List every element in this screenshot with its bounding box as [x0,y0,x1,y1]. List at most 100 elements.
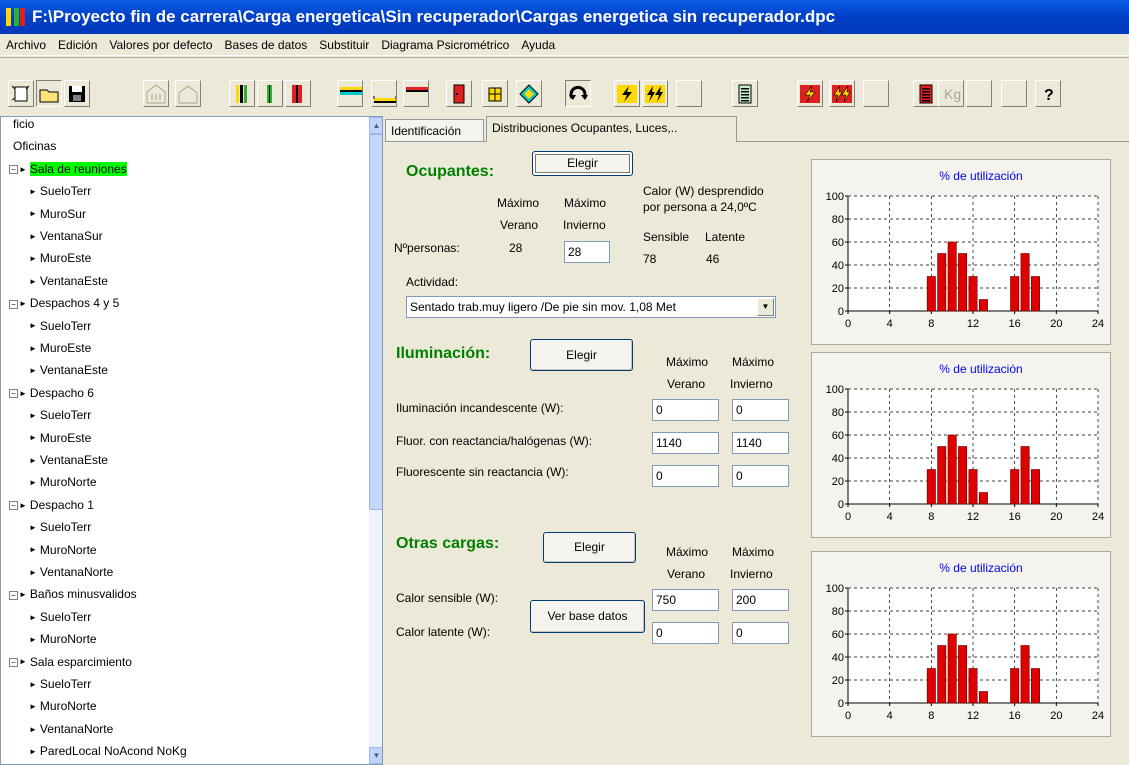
actividad-select[interactable]: Sentado trab.muy ligero /De pie sin mov.… [406,296,776,318]
tree-node-element[interactable]: ► VentanaEste [29,270,108,292]
roof-button[interactable] [403,80,429,107]
tree-node-element[interactable]: ► MuroNorte [29,471,97,493]
bolt-red-double-button[interactable] [829,80,855,107]
menu-edicion[interactable]: Edición [52,35,103,55]
tree-node-element[interactable]: ► MuroEste [29,427,91,449]
tree-node-element[interactable]: ► MuroSur [29,203,86,225]
tree-node-element[interactable]: ► VentanaEste [29,449,108,471]
ilum-fluor-sin-reactancia-invierno-input[interactable]: 0 [732,465,789,487]
npersonas-invierno-input[interactable]: 28 [564,241,610,263]
new-button[interactable] [8,80,34,107]
blank-button[interactable] [863,80,889,107]
collapse-icon[interactable]: − [9,165,18,175]
tree-node-zone[interactable]: − ► Sala de reuniones [9,158,127,180]
tree-node-element[interactable]: ► VentanaNorte [29,718,113,740]
tree-node-element[interactable]: ► MuroEste [29,337,91,359]
kg-button[interactable]: Kg [938,80,964,107]
tree-node-element[interactable]: ► MuroNorte [29,539,97,561]
chevron-down-icon[interactable]: ▼ [757,298,774,316]
tree-node-element[interactable]: ► VentanaNorte [29,561,113,583]
tab-distribuciones[interactable]: Distribuciones Ocupantes, Luces,.. [486,116,737,142]
chart-bar [947,241,957,312]
floor-button[interactable] [371,80,397,107]
project-tree[interactable]: ficio Oficinas − ► Sala de reuniones ► SueloTe… [0,116,383,765]
collapse-icon[interactable]: − [9,501,18,511]
window-button[interactable] [482,80,508,107]
ceiling-button[interactable] [337,80,363,107]
blank-button[interactable] [1001,80,1027,107]
help-button[interactable]: ? [1035,80,1061,107]
blank-button[interactable] [966,80,992,107]
calor-sensible-verano-input[interactable]: 750 [652,589,719,611]
tree-node-element[interactable]: ► MuroNorte [29,695,97,717]
report-button[interactable] [732,80,758,107]
otras-elegir-button[interactable]: Elegir [543,532,636,563]
tree-scrollbar[interactable]: ▲ ▼ [369,117,382,764]
ocupantes-elegir-button[interactable]: Elegir [532,151,633,176]
tree-node-element[interactable]: ► VentanaSur [29,225,103,247]
menu-substituir[interactable]: Substituir [313,35,375,55]
tree-node-element[interactable]: ► SueloTerr [29,180,91,202]
ilum-incandescente-invierno-input[interactable]: 0 [732,399,789,421]
tree-node-element[interactable]: ► SueloTerr [29,516,91,538]
menu-bases-de-datos[interactable]: Bases de datos [219,35,314,55]
scroll-thumb[interactable] [369,134,382,510]
wall-thin-button[interactable] [257,80,283,107]
blank-button[interactable] [676,80,702,107]
tree-node-element[interactable]: ► SueloTerr [29,404,91,426]
wall-button[interactable] [229,80,255,107]
scroll-up-icon[interactable]: ▲ [369,117,382,134]
menu-ayuda[interactable]: Ayuda [515,35,561,55]
tree-node-element[interactable]: ► SueloTerr [29,315,91,337]
tab-identificacion[interactable]: Identificación [385,119,484,142]
tree-node-root[interactable]: Oficinas [13,135,56,157]
menu-archivo[interactable]: Archivo [0,35,52,55]
bolt-double-button[interactable] [642,80,668,107]
tree-node-root[interactable]: ficio [13,117,34,135]
menu-valores-por-defecto[interactable]: Valores por defecto [103,35,218,55]
scroll-down-icon[interactable]: ▼ [369,747,382,764]
tree-node-element[interactable]: ► SueloTerr [29,673,91,695]
collapse-icon[interactable]: − [9,657,18,667]
tree-node-element[interactable]: ► MuroNorte [29,628,97,650]
menu-diagrama-psicrometrico[interactable]: Diagrama Psicrométrico [375,35,515,55]
tree-node-element[interactable]: ► MuroEste [29,247,91,269]
wall-red-button[interactable] [285,80,311,107]
otras-row-label: Calor sensible (W): [396,591,499,605]
chart-bar [1031,276,1040,312]
collapse-icon[interactable]: − [9,590,18,600]
bolt-red-button[interactable] [797,80,823,107]
iluminacion-elegir-button[interactable]: Elegir [530,339,633,371]
collapse-icon[interactable]: − [9,389,18,399]
ilum-fluor-reactancia-invierno-input[interactable]: 1140 [732,432,789,454]
door-button[interactable] [446,80,472,107]
otras-title: Otras cargas: [396,535,500,552]
bolt-button[interactable] [614,80,640,107]
tree-node-element[interactable]: ► SueloTerr [29,606,91,628]
tree-node-element[interactable]: ► VentanaEste [29,359,108,381]
tree-node-element[interactable]: ► ParedLocal NoAcond NoKg [29,740,187,762]
tree-node-zone[interactable]: − ► Baños minusvalidos [9,583,137,605]
ilum-incandescente-verano-input[interactable]: 0 [652,399,719,421]
ilum-fluor-sin-reactancia-verano-input[interactable]: 0 [652,465,719,487]
diamond-button[interactable] [516,80,542,107]
tree-node-zone[interactable]: − ► Despacho 6 [9,382,94,404]
report-red-button[interactable] [913,80,939,107]
ilum-fluor-reactancia-verano-input[interactable]: 1140 [652,432,719,454]
save-button[interactable] [64,80,90,107]
calor-latente-invierno-input[interactable]: 0 [732,622,789,644]
tree-node-zone[interactable]: − ► Despacho 1 [9,494,94,516]
building-button[interactable] [143,80,169,107]
house-button[interactable] [175,80,201,107]
ver-base-datos-button[interactable]: Ver base datos [530,600,645,633]
tree-label: MuroNorte [39,475,97,490]
calor-sensible-invierno-input[interactable]: 200 [732,589,789,611]
calor-latente-verano-input[interactable]: 0 [652,622,719,644]
tree-node-zone[interactable]: − ► Despachos 4 y 5 [9,292,119,314]
open-button[interactable] [36,80,62,107]
tree-node-zone[interactable]: − ► Sala esparcimiento [9,651,132,673]
tree-label: SueloTerr [39,408,92,423]
refresh-button[interactable] [565,80,591,107]
collapse-icon[interactable]: − [9,299,18,309]
arrow-right-icon: ► [29,411,37,421]
